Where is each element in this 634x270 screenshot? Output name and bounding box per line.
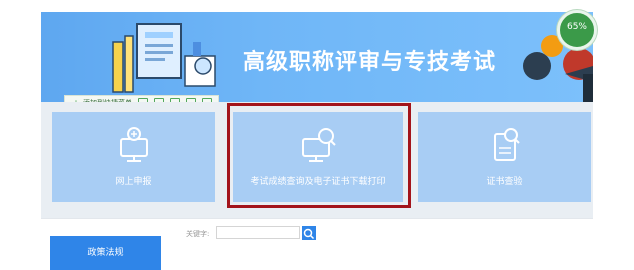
keyword-label: 关键字:: [186, 230, 210, 238]
keyword-input[interactable]: [216, 226, 300, 239]
card-label: 网上申报: [115, 177, 152, 187]
banner-title: 高级职称评审与专技考试: [243, 50, 497, 75]
highlight-frame: [227, 103, 411, 208]
badge-text: 65%: [566, 22, 587, 32]
section-divider: [41, 218, 593, 219]
card-label: 证书查验: [486, 177, 523, 187]
search-icon: [303, 228, 315, 240]
policy-button[interactable]: 政策法规: [50, 236, 161, 270]
monitor-plus-icon: [119, 127, 148, 162]
progress-badge: 65%: [557, 10, 597, 50]
header-banner: 高级职称评审与专技考试: [41, 12, 593, 102]
online-application-card[interactable]: 网上申报: [52, 112, 215, 202]
search-button[interactable]: [302, 226, 316, 240]
page: 高级职称评审与专技考试 65% ＋ 添加到快捷菜单: [0, 0, 634, 270]
document-search-icon: [493, 128, 520, 161]
certificate-verify-card[interactable]: 证书查验: [418, 112, 591, 202]
office-illustration-icon: [112, 23, 216, 93]
